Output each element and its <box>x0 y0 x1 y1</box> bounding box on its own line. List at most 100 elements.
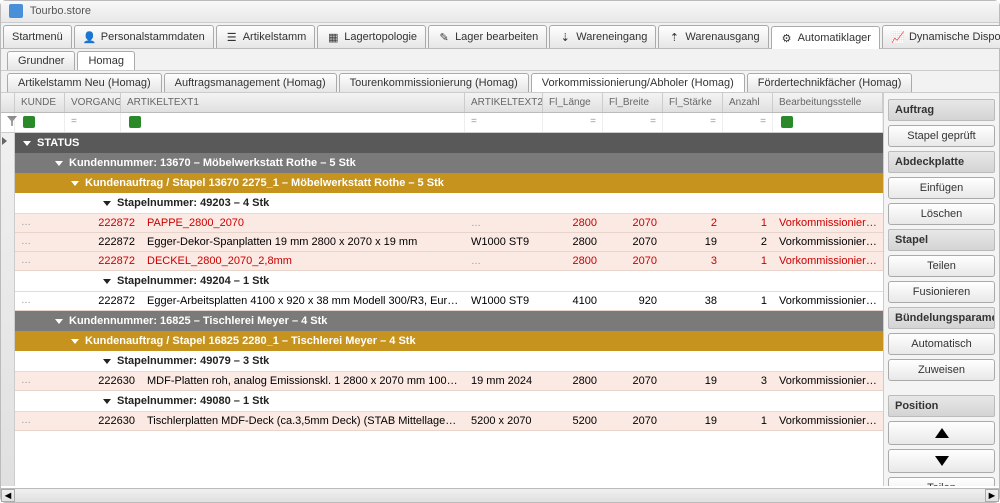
scroll-left-icon[interactable]: ◄ <box>1 489 15 502</box>
kunde-group[interactable]: Kundennummer: 13670 – Möbelwerkstatt Rot… <box>15 153 883 173</box>
cell-staerke: 19 <box>663 372 723 390</box>
table-row[interactable]: …222872Egger-Dekor-Spanplatten 19 mm 280… <box>15 233 883 252</box>
fusionieren-button[interactable]: Fusionieren <box>888 281 995 303</box>
sub-tab2-2[interactable]: Tourenkommissionierung (Homag) <box>339 73 529 92</box>
main-tab-0[interactable]: Startmenü <box>3 25 72 48</box>
action-panel: Auftrag Stapel geprüft Abdeckplatte Einf… <box>884 93 999 486</box>
col-artikeltext1[interactable]: ARTIKELTEXT1 <box>121 93 465 112</box>
chevron-down-icon[interactable] <box>103 201 111 206</box>
sub-tab2-0[interactable]: Artikelstamm Neu (Homag) <box>7 73 162 92</box>
stapel-group[interactable]: Stapelnummer: 49204 – 1 Stk <box>15 271 883 292</box>
chevron-down-icon[interactable] <box>103 279 111 284</box>
app-icon <box>9 4 23 18</box>
cell-artikeltext1: Tischlerplatten MDF-Deck (ca.3,5mm Deck)… <box>141 412 465 430</box>
zuweisen-button[interactable]: Zuweisen <box>888 359 995 381</box>
table-row[interactable]: …222630MDF-Platten roh, analog Emissions… <box>15 372 883 391</box>
table-row[interactable]: …222630Tischlerplatten MDF-Deck (ca.3,5m… <box>15 412 883 431</box>
auftrag-group[interactable]: Kundenauftrag / Stapel 13670 2275_1 – Mö… <box>15 173 883 193</box>
main-tab-7[interactable]: ⚙Automatiklager <box>771 26 880 49</box>
auftrag-group[interactable]: Kundenauftrag / Stapel 16825 2280_1 – Ti… <box>15 331 883 351</box>
arrow-down-icon <box>935 456 949 466</box>
col-laenge[interactable]: Fl_Länge <box>543 93 603 112</box>
col-bearbeitung[interactable]: Bearbeitungsstelle <box>773 93 883 112</box>
chevron-down-icon[interactable] <box>55 319 63 324</box>
main-tab-1[interactable]: 👤Personalstammdaten <box>74 25 214 48</box>
cell-breite: 2070 <box>603 214 663 232</box>
position-down-button[interactable] <box>888 449 995 473</box>
col-vorgang[interactable]: VORGANG <box>65 93 121 112</box>
section-buendelung: Bündelungsparameter <box>888 307 995 329</box>
main-tab-3[interactable]: ▦Lagertopologie <box>317 25 426 48</box>
chevron-down-icon[interactable] <box>71 339 79 344</box>
main-tab-6[interactable]: ⇡Warenausgang <box>658 25 768 48</box>
cell-artikeltext1: MDF-Platten roh, analog Emissionskl. 1 2… <box>141 372 465 390</box>
grid-header-row: KUNDE VORGANG ARTIKELTEXT1 ARTIKELTEXT2 … <box>1 93 883 113</box>
cell-vorgang: 222872 <box>85 292 141 310</box>
col-breite[interactable]: Fl_Breite <box>603 93 663 112</box>
main-tab-8[interactable]: 📈Dynamische Disposition <box>882 25 1000 48</box>
sub-tab-1[interactable]: Homag <box>77 51 134 70</box>
col-staerke[interactable]: Fl_Stärke <box>663 93 723 112</box>
cell-laenge: 2800 <box>543 252 603 270</box>
tab-icon: ⇣ <box>558 30 572 44</box>
cell-anzahl: 2 <box>723 233 773 251</box>
tab-icon: ✎ <box>437 30 451 44</box>
data-grid: KUNDE VORGANG ARTIKELTEXT1 ARTIKELTEXT2 … <box>1 93 884 486</box>
status-group[interactable]: STATUS <box>15 133 883 153</box>
position-up-button[interactable] <box>888 421 995 445</box>
cell-laenge: 4100 <box>543 292 603 310</box>
col-artikeltext2[interactable]: ARTIKELTEXT2 <box>465 93 543 112</box>
cell-artikeltext2: … <box>465 214 543 232</box>
chevron-down-icon[interactable] <box>23 141 31 146</box>
loeschen-button[interactable]: Löschen <box>888 203 995 225</box>
stapel-geprueft-button[interactable]: Stapel geprüft <box>888 125 995 147</box>
excel-icon[interactable] <box>781 116 793 128</box>
grid-gutter <box>1 133 15 486</box>
position-teilen-button[interactable]: Teilen <box>888 477 995 486</box>
horizontal-scrollbar[interactable]: ◄ ► <box>1 488 999 502</box>
tab-icon: ☰ <box>225 30 239 44</box>
row-dots: … <box>15 372 85 390</box>
table-row[interactable]: …222872Egger-Arbeitsplatten 4100 x 920 x… <box>15 292 883 311</box>
col-anzahl[interactable]: Anzahl <box>723 93 773 112</box>
chevron-down-icon[interactable] <box>71 181 79 186</box>
kunde-group[interactable]: Kundennummer: 16825 – Tischlerei Meyer –… <box>15 311 883 331</box>
row-dots: … <box>15 233 85 251</box>
app-title: Tourbo.store <box>30 5 91 17</box>
cell-anzahl: 1 <box>723 252 773 270</box>
stapel-group[interactable]: Stapelnummer: 49079 – 3 Stk <box>15 351 883 372</box>
scroll-right-icon[interactable]: ► <box>985 489 999 502</box>
main-tab-5[interactable]: ⇣Wareneingang <box>549 25 656 48</box>
chevron-down-icon[interactable] <box>103 359 111 364</box>
main-tab-2[interactable]: ☰Artikelstamm <box>216 25 316 48</box>
expand-all-icon[interactable] <box>2 137 7 145</box>
table-row[interactable]: …222872PAPPE_2800_2070…2800207021Vorkomm… <box>15 214 883 233</box>
cell-anzahl: 1 <box>723 412 773 430</box>
table-row[interactable]: …222872DECKEL_2800_2070_2,8mm…2800207031… <box>15 252 883 271</box>
chevron-down-icon[interactable] <box>103 399 111 404</box>
teilen-button[interactable]: Teilen <box>888 255 995 277</box>
sub-tab2-1[interactable]: Auftragsmanagement (Homag) <box>164 73 337 92</box>
sub-tab-0[interactable]: Grundner <box>7 51 75 70</box>
stapel-group[interactable]: Stapelnummer: 49203 – 4 Stk <box>15 193 883 214</box>
sub-tab2-4[interactable]: Fördertechnikfächer (Homag) <box>747 73 913 92</box>
cell-anzahl: 1 <box>723 292 773 310</box>
excel-icon[interactable] <box>129 116 141 128</box>
cell-bearbeitung: Vorkommissionierung <box>773 292 883 310</box>
main-tab-4[interactable]: ✎Lager bearbeiten <box>428 25 547 48</box>
cell-staerke: 2 <box>663 214 723 232</box>
cell-artikeltext1: Egger-Dekor-Spanplatten 19 mm 2800 x 207… <box>141 233 465 251</box>
excel-icon[interactable] <box>23 116 35 128</box>
stapel-group[interactable]: Stapelnummer: 49080 – 1 Stk <box>15 391 883 412</box>
cell-bearbeitung: Vorkommissionierung <box>773 233 883 251</box>
cell-staerke: 19 <box>663 412 723 430</box>
chevron-down-icon[interactable] <box>55 161 63 166</box>
cell-artikeltext1: PAPPE_2800_2070 <box>141 214 465 232</box>
sub-tab2-3[interactable]: Vorkommissionierung/Abholer (Homag) <box>531 73 745 92</box>
cell-breite: 2070 <box>603 233 663 251</box>
col-kunde[interactable]: KUNDE <box>15 93 65 112</box>
sub-tab-strip-1: GrundnerHomag <box>1 49 999 71</box>
cell-breite: 920 <box>603 292 663 310</box>
einfuegen-button[interactable]: Einfügen <box>888 177 995 199</box>
automatisch-button[interactable]: Automatisch <box>888 333 995 355</box>
